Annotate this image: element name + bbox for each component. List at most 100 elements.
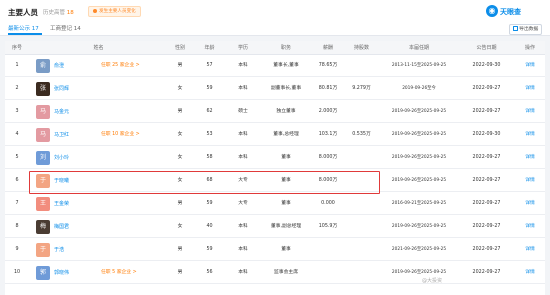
position-cell: 董事,副总经理 [270,224,302,229]
salary-cell: 8.000万 [318,178,338,183]
table-row: 8 梅 梅国君 女 40 本科 董事,副总经理 105.9万 2019-09-2… [5,216,545,238]
announce-date-cell: 2022-09-27 [472,178,501,183]
age-cell: 59 [206,86,213,91]
tab-business-registration[interactable]: 工商登记 14 [50,24,81,34]
details-link[interactable]: 详情 [515,147,545,169]
row-index: 1 [15,63,19,68]
avatar[interactable]: 梅 [36,220,50,234]
shares-cell [343,262,380,284]
person-name-link[interactable]: 俞澄 [54,55,64,77]
col-term: 本届任期 [408,45,429,51]
position-cell: 副董事长,董事 [270,86,302,91]
avatar[interactable]: 于 [36,174,50,188]
age-cell: 57 [206,63,213,68]
details-link[interactable]: 详情 [515,101,545,123]
position-cell: 监事会主席 [274,270,298,275]
position-cell: 董事 [281,247,291,252]
avatar[interactable]: 马 [36,105,50,119]
age-cell: 59 [206,247,213,252]
person-name-link[interactable]: 于晓曦 [54,170,69,192]
details-link[interactable]: 详情 [515,216,545,238]
avatar[interactable]: 张 [36,82,50,96]
term-cell: 2016-09-21至2025-09-25 [391,201,447,206]
person-name-link[interactable]: 马卫红 [54,124,69,146]
shares-cell: 9.279万 [352,86,371,91]
position-cell: 董事 [281,155,291,160]
logo-text: 天眼查 [500,7,521,16]
age-cell: 59 [206,201,213,206]
col-announce-date: 公告日期 [476,45,497,51]
badge-label: 发生主要人员变化 [99,9,136,14]
announce-date-cell: 2022-09-27 [472,109,501,114]
avatar[interactable]: 于 [36,243,50,257]
person-name-link[interactable]: 梅国君 [54,216,69,238]
col-gender: 性别 [174,45,185,51]
export-icon [512,25,518,31]
person-name-link[interactable]: 刘小玲 [54,147,69,169]
education-cell: 本科 [238,224,248,229]
term-cell: 2019-09-26至2025-09-25 [391,224,447,229]
positions-count-link[interactable]: 任职 5 家企业 > [101,262,137,284]
salary-cell [313,239,343,261]
logo-eye-icon: ◉ [486,5,498,17]
announce-date-cell: 2022-09-27 [472,201,501,206]
salary-cell: 105.9万 [318,224,338,229]
salary-cell: 8.000万 [318,155,338,160]
tab-bar: 最新公示 17 工商登记 14 导出数据 [0,22,550,36]
person-name-link[interactable]: 于浩 [54,239,64,261]
history-executives-link[interactable]: 历史高管 18 [43,8,74,16]
age-cell: 56 [206,270,213,275]
row-index: 5 [15,155,19,160]
term-cell: 2019-09-26至2025-09-25 [391,155,447,160]
position-cell: 董事 [281,201,291,206]
details-link[interactable]: 详情 [515,170,545,192]
age-cell: 53 [206,132,213,137]
avatar[interactable]: 郭 [36,266,50,280]
details-link[interactable]: 详情 [515,124,545,146]
details-link[interactable]: 详情 [515,193,545,215]
section-title: 主要人员 [8,8,38,17]
gender-cell: 女 [177,224,183,229]
personnel-table: 序号 姓名 性别 年龄 学历 职务 薪酬 持股数 本届任期 公告日期 操作 1 … [5,41,545,295]
avatar[interactable]: 俞 [36,59,50,73]
avatar[interactable]: 刘 [36,151,50,165]
details-link[interactable]: 详情 [515,55,545,77]
person-name-link[interactable]: 张同辉 [54,78,69,100]
shares-cell [343,193,380,215]
avatar[interactable]: 马 [36,128,50,142]
tab-count: 14 [73,26,81,32]
col-salary: 薪酬 [322,45,333,51]
table-row: 4 马 马卫红 任职 10 家企业 > 女 53 本科 董事,总经理 103.1… [5,124,545,146]
person-name-link[interactable]: 王金荣 [54,193,69,215]
export-data-button[interactable]: 导出数据 [509,23,542,35]
education-cell: 本科 [238,86,248,91]
gender-cell: 男 [177,247,183,252]
history-label: 历史高管 [43,10,66,16]
age-cell: 68 [206,178,213,183]
salary-cell: 80.81万 [318,86,338,91]
page: 主要人员 历史高管 18 发生主要人员变化 ◉ 天眼查 最新公示 17 工商登记… [0,0,550,295]
positions-count-link[interactable]: 任职 10 家企业 > [101,124,140,146]
avatar[interactable]: 王 [36,197,50,211]
term-cell: 2019-09-26至2025-09-25 [391,270,447,275]
details-link[interactable]: 详情 [515,262,545,284]
education-cell: 大专 [238,178,248,183]
table-row: 10 郭 郭晓伟 任职 5 家企业 > 男 56 本科 监事会主席 2019-0… [5,262,545,284]
active-tab-indicator [8,33,42,35]
details-link[interactable]: 详情 [515,239,545,261]
table-row: 3 马 马金元 男 62 硕士 独立董事 2.000万 2019-09-26至2… [5,101,545,123]
education-cell: 大专 [238,201,248,206]
gender-cell: 男 [177,270,183,275]
person-name-link[interactable]: 马金元 [54,101,69,123]
history-count: 18 [66,10,74,16]
announce-date-cell: 2022-09-30 [472,132,501,137]
gender-cell: 男 [177,201,183,206]
person-name-link[interactable]: 郭晓伟 [54,262,69,284]
table-row: 9 于 于浩 男 59 本科 董事 2021-09-26至2025-09-25 … [5,239,545,261]
gender-cell: 男 [177,109,183,114]
term-cell: 2019-09-26至2025-09-25 [391,132,447,137]
watermark-text: @大投资 [422,278,443,284]
personnel-change-badge[interactable]: 发生主要人员变化 [88,6,141,17]
positions-count-link[interactable]: 任职 25 家企业 > [101,55,140,77]
details-link[interactable]: 详情 [515,78,545,100]
